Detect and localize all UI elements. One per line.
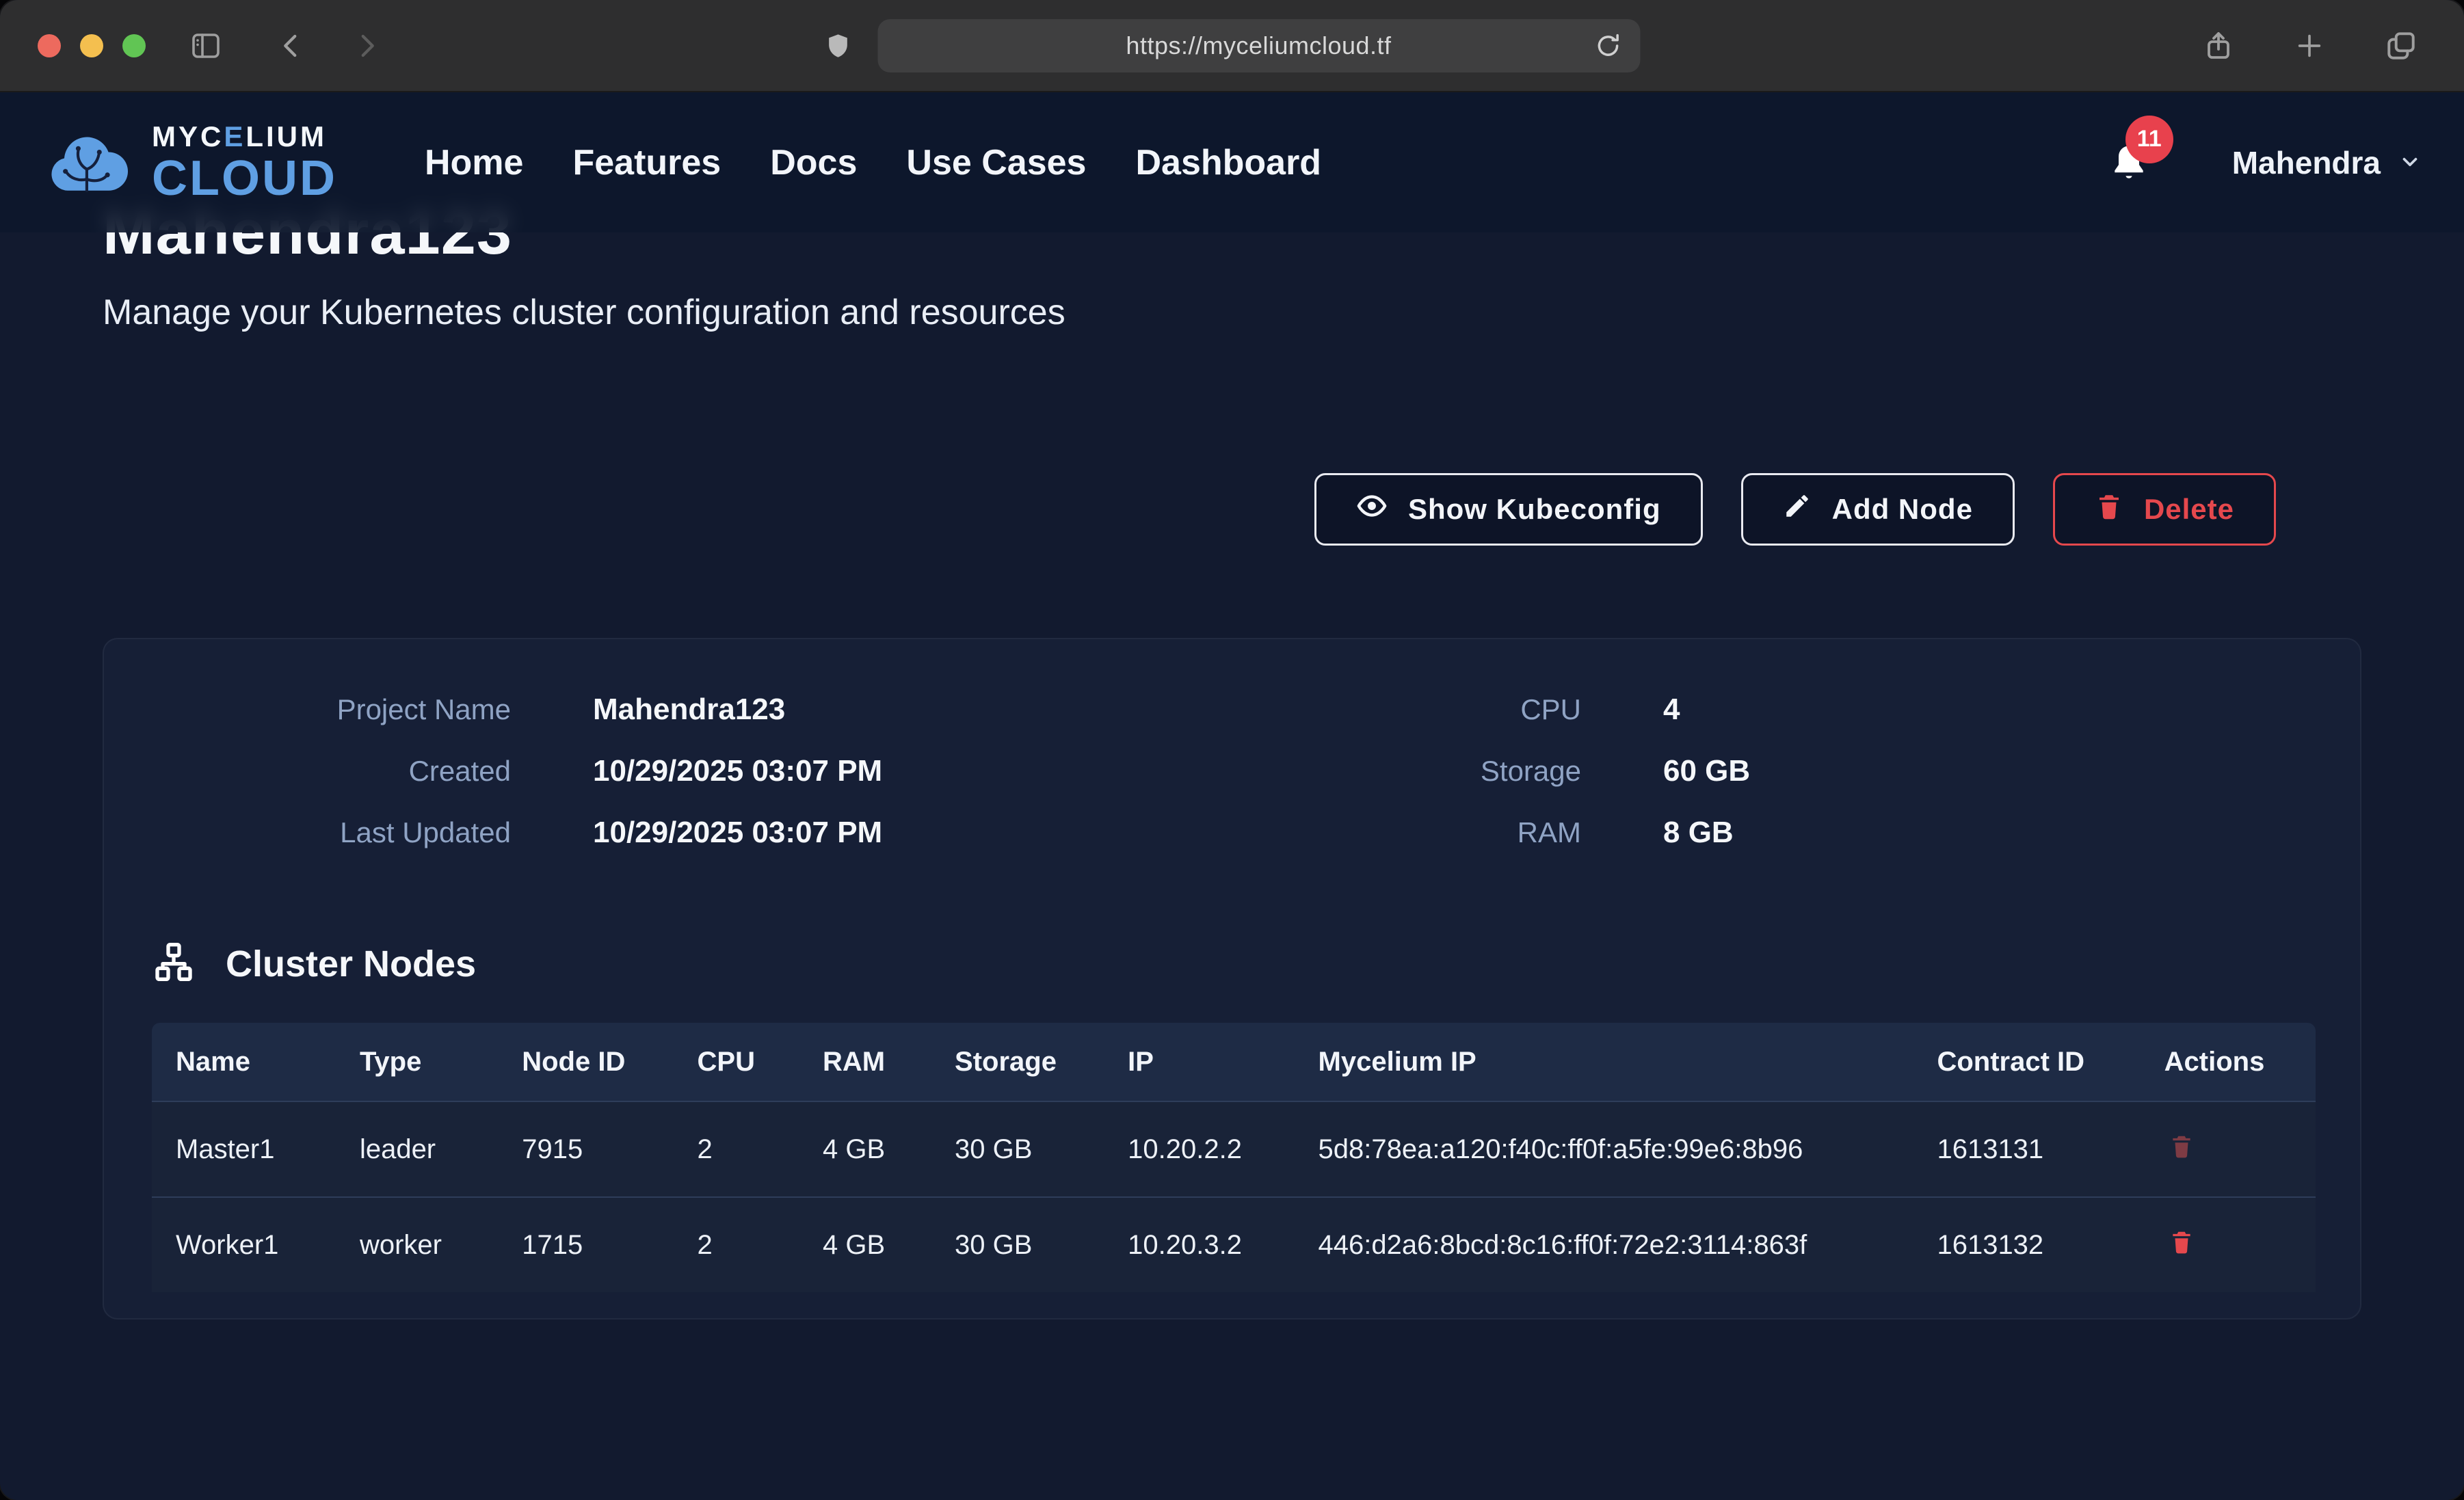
nav-item-features[interactable]: Features — [572, 142, 721, 183]
cell-name: Worker1 — [152, 1197, 336, 1292]
pencil-icon — [1783, 492, 1812, 527]
cell-actions — [2141, 1197, 2316, 1292]
traffic-lights — [38, 34, 146, 57]
last-updated-label: Last Updated — [152, 816, 511, 849]
project-name-label: Project Name — [152, 693, 511, 726]
chevron-down-icon — [2398, 144, 2422, 181]
notifications-button[interactable]: 11 — [2108, 140, 2150, 185]
nav-item-home[interactable]: Home — [425, 142, 523, 183]
storage-label: Storage — [1120, 755, 1581, 788]
browser-window: https://myceliumcloud.tf — [0, 0, 2464, 1500]
col-actions: Actions — [2141, 1023, 2316, 1101]
nav-item-dashboard[interactable]: Dashboard — [1135, 142, 1321, 183]
col-ram: RAM — [799, 1023, 931, 1101]
close-window-button[interactable] — [38, 34, 61, 57]
created-value: 10/29/2025 03:07 PM — [511, 754, 1120, 788]
cluster-actions: Show Kubeconfig Add Node Delete — [103, 473, 2361, 546]
cell-contract-id: 1613131 — [1913, 1101, 2140, 1197]
page: MYCELIUM CLOUD Home Features Docs Use Ca… — [0, 92, 2464, 1500]
minimize-window-button[interactable] — [80, 34, 103, 57]
cell-ip: 10.20.2.2 — [1104, 1101, 1294, 1197]
forward-icon[interactable] — [352, 30, 381, 62]
col-node-id: Node ID — [498, 1023, 673, 1101]
cell-mycelium-ip: 446:d2a6:8bcd:8c16:ff0f:72e2:3114:863f — [1295, 1197, 1913, 1292]
cell-actions — [2141, 1101, 2316, 1197]
ram-value: 8 GB — [1581, 816, 2316, 850]
brand-name: MYCELIUM CLOUD — [152, 122, 337, 203]
new-tab-icon[interactable] — [2294, 30, 2325, 62]
cell-name: Master1 — [152, 1101, 336, 1197]
col-cpu: CPU — [674, 1023, 799, 1101]
notification-badge: 11 — [2125, 116, 2173, 163]
nav-links: Home Features Docs Use Cases Dashboard — [425, 142, 1321, 183]
browser-chrome: https://myceliumcloud.tf — [0, 0, 2464, 92]
address-bar[interactable]: https://myceliumcloud.tf — [877, 19, 1640, 72]
table-row: Master1 leader 7915 2 4 GB 30 GB 10.20.2… — [152, 1101, 2316, 1197]
cluster-nodes-table: Name Type Node ID CPU RAM Storage IP Myc… — [152, 1023, 2316, 1292]
delete-node-button[interactable] — [2164, 1222, 2199, 1263]
last-updated-value: 10/29/2025 03:07 PM — [511, 816, 1120, 850]
table-header-row: Name Type Node ID CPU RAM Storage IP Myc… — [152, 1023, 2316, 1101]
privacy-shield-icon[interactable] — [824, 29, 851, 62]
storage-value: 60 GB — [1581, 754, 2316, 788]
user-menu[interactable]: Mahendra — [2232, 144, 2422, 181]
nav-item-docs[interactable]: Docs — [770, 142, 857, 183]
add-node-button[interactable]: Add Node — [1741, 473, 2015, 546]
created-label: Created — [152, 755, 511, 788]
cluster-nodes-header: Cluster Nodes — [152, 940, 2316, 987]
user-name: Mahendra — [2232, 144, 2381, 181]
cell-ram: 4 GB — [799, 1101, 931, 1197]
cell-storage: 30 GB — [931, 1197, 1104, 1292]
cell-type: worker — [336, 1197, 498, 1292]
cell-ip: 10.20.3.2 — [1104, 1197, 1294, 1292]
cell-storage: 30 GB — [931, 1101, 1104, 1197]
cell-mycelium-ip: 5d8:78ea:a120:f40c:ff0f:a5fe:99e6:8b96 — [1295, 1101, 1913, 1197]
table-row: Worker1 worker 1715 2 4 GB 30 GB 10.20.3… — [152, 1197, 2316, 1292]
eye-icon — [1356, 490, 1388, 528]
cluster-details-panel: Project Name Mahendra123 CPU 4 Created 1… — [103, 638, 2361, 1320]
cell-node-id: 7915 — [498, 1101, 673, 1197]
cluster-nodes-title: Cluster Nodes — [226, 943, 476, 985]
delete-cluster-button[interactable]: Delete — [2053, 473, 2276, 546]
col-ip: IP — [1104, 1023, 1294, 1101]
trash-icon — [2169, 1227, 2195, 1259]
col-type: Type — [336, 1023, 498, 1101]
reload-icon[interactable] — [1593, 31, 1622, 60]
page-subtitle: Manage your Kubernetes cluster configura… — [103, 292, 2361, 333]
cloud-logo-icon — [42, 126, 134, 198]
cell-type: leader — [336, 1101, 498, 1197]
tab-overview-icon[interactable] — [2384, 29, 2418, 63]
trash-icon — [2095, 492, 2123, 527]
cell-contract-id: 1613132 — [1913, 1197, 2140, 1292]
back-icon[interactable] — [277, 30, 306, 62]
col-storage: Storage — [931, 1023, 1104, 1101]
sidebar-toggle-icon[interactable] — [188, 29, 224, 62]
network-nodes-icon — [152, 940, 196, 987]
cell-cpu: 2 — [674, 1101, 799, 1197]
cluster-info-grid: Project Name Mahendra123 CPU 4 Created 1… — [152, 693, 2316, 850]
cell-ram: 4 GB — [799, 1197, 931, 1292]
url-text: https://myceliumcloud.tf — [1126, 31, 1391, 60]
show-kubeconfig-button[interactable]: Show Kubeconfig — [1314, 473, 1703, 546]
zoom-window-button[interactable] — [122, 34, 146, 57]
bell-icon — [2108, 176, 2150, 188]
trash-icon — [2169, 1131, 2195, 1163]
ram-label: RAM — [1120, 816, 1581, 849]
cpu-label: CPU — [1120, 693, 1581, 726]
site-navbar: MYCELIUM CLOUD Home Features Docs Use Ca… — [0, 92, 2464, 232]
col-mycelium-ip: Mycelium IP — [1295, 1023, 1913, 1101]
cell-node-id: 1715 — [498, 1197, 673, 1292]
col-contract-id: Contract ID — [1913, 1023, 2140, 1101]
cpu-value: 4 — [1581, 693, 2316, 727]
share-icon[interactable] — [2202, 28, 2235, 64]
project-name-value: Mahendra123 — [511, 693, 1120, 727]
cell-cpu: 2 — [674, 1197, 799, 1292]
brand-logo[interactable]: MYCELIUM CLOUD — [42, 122, 337, 203]
delete-node-button[interactable] — [2164, 1127, 2199, 1167]
col-name: Name — [152, 1023, 336, 1101]
nav-item-use-cases[interactable]: Use Cases — [906, 142, 1086, 183]
